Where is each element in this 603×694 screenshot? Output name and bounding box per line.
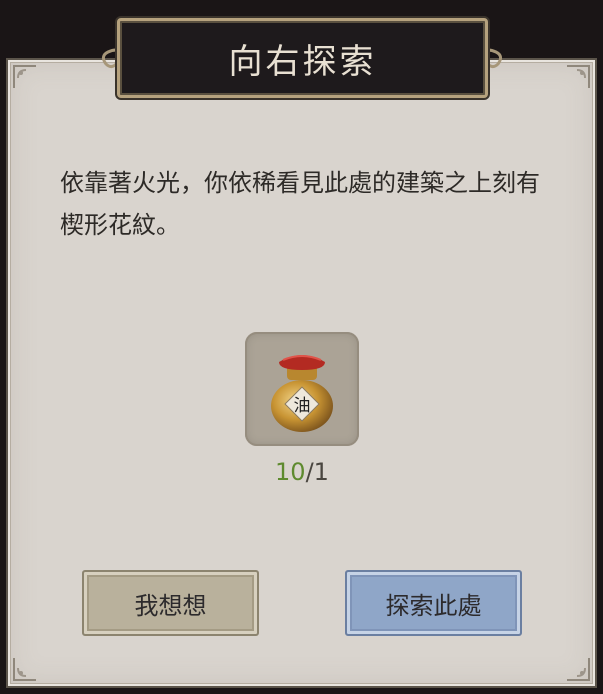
item-count-need: 1 bbox=[313, 458, 329, 486]
corner-ornament-icon bbox=[565, 656, 591, 682]
event-description: 依靠著火光，你依稀看見此處的建築之上刻有楔形花紋。 bbox=[60, 169, 540, 239]
oil-jar-icon: 油 bbox=[271, 355, 333, 432]
title-plate: 向右探索 bbox=[117, 18, 488, 98]
corner-ornament-icon bbox=[12, 64, 38, 90]
dialog-title: 向右探索 bbox=[228, 41, 377, 82]
svg-text:油: 油 bbox=[294, 396, 311, 416]
item-count-separator: / bbox=[305, 458, 314, 486]
think-button-label: 我想想 bbox=[134, 591, 207, 620]
explore-here-button[interactable]: 探索此處 bbox=[345, 570, 522, 636]
think-button[interactable]: 我想想 bbox=[82, 570, 259, 636]
item-count: 10/1 bbox=[245, 458, 359, 486]
explore-button-label: 探索此處 bbox=[385, 591, 482, 620]
required-item-slot[interactable]: 油 bbox=[245, 332, 359, 446]
corner-ornament-icon bbox=[12, 656, 38, 682]
item-count-have: 10 bbox=[275, 458, 306, 486]
corner-ornament-icon bbox=[565, 64, 591, 90]
